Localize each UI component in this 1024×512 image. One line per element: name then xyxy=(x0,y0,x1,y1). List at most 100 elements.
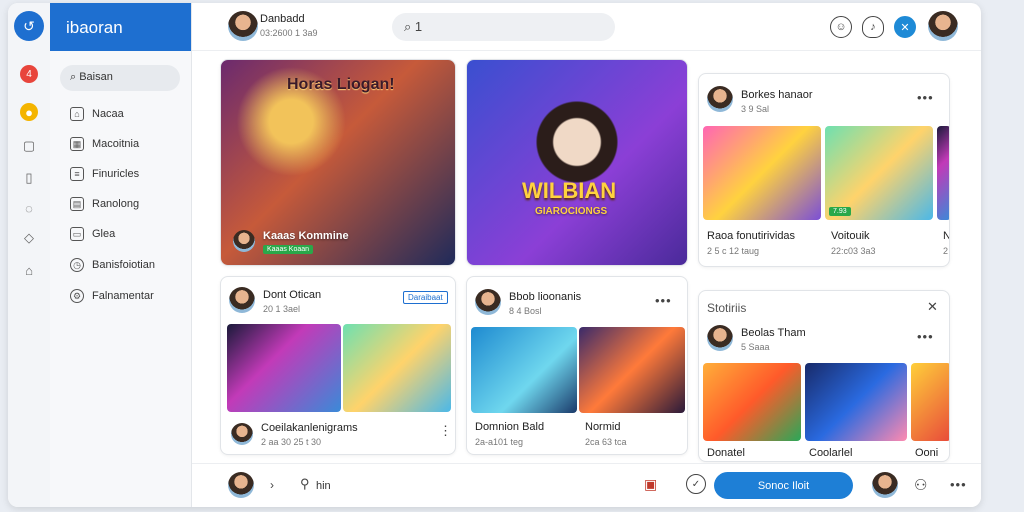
sidebar-item-7[interactable]: ⚙ Falnamentar xyxy=(70,289,154,303)
sidebar-item-label: Banisfoiotian xyxy=(92,259,155,271)
settings-icon: ⚙ xyxy=(70,289,84,303)
hero1-caption: Kaaas Kommine xyxy=(263,230,349,242)
sidebar-item-4[interactable]: ▤ Ranolong xyxy=(70,197,139,211)
sidebar-search[interactable]: ⌕ Baisan xyxy=(60,65,180,91)
bell-icon[interactable]: ♪ xyxy=(862,16,884,38)
card-avatar[interactable] xyxy=(475,289,501,315)
avatar[interactable] xyxy=(228,11,258,41)
user-icon[interactable]: ⚇ xyxy=(914,476,927,494)
card-top-right: Borkes hanaor 3 9 Sal ••• 7.93 Raoa fonu… xyxy=(698,73,950,267)
circle-icon[interactable]: ◌ xyxy=(20,199,38,217)
item-title: Coolarlel xyxy=(809,447,853,459)
more-icon[interactable]: ••• xyxy=(950,477,967,492)
footer-avatar xyxy=(231,423,253,445)
card-avatar[interactable] xyxy=(707,86,733,112)
shield-icon[interactable]: ◇ xyxy=(20,229,38,247)
icon-rail: ↺ 4 ● ▢ ▯ ◌ ◇ ⌂ xyxy=(8,3,50,507)
hero-card-1[interactable]: Horas Liogan! Kaaas Kommine Kaaas Koaan xyxy=(220,59,456,266)
card-mid-left: Dont Otican 20 1 3ael Daraibaat Coeilaka… xyxy=(220,276,456,455)
app-window: ↺ 4 ● ▢ ▯ ◌ ◇ ⌂ ibaoran ⌕ Baisan ⌂ Nacaa … xyxy=(8,3,981,507)
hero-card-2[interactable]: WILBIAN GIAROCIONGS xyxy=(466,59,688,266)
calendar-icon[interactable]: ▣ xyxy=(644,476,657,493)
notification-icon[interactable]: 4 xyxy=(20,65,38,83)
box-icon[interactable]: ▢ xyxy=(20,137,38,155)
photo-2[interactable] xyxy=(805,363,907,441)
card-meta: 5 Saaa xyxy=(741,342,770,352)
app-title: ibaoran xyxy=(50,3,191,51)
item-title: Raoa fonutirividas xyxy=(707,230,796,242)
document-icon[interactable]: ▯ xyxy=(20,169,38,187)
more-vertical-icon[interactable]: ⋮ xyxy=(439,423,453,439)
coin-icon[interactable]: ● xyxy=(20,103,38,121)
item-meta: 2 xyxy=(943,246,949,256)
close-icon[interactable]: ✕ xyxy=(927,299,939,315)
network-icon[interactable]: ⌂ xyxy=(20,261,38,279)
sidebar-item-label: Nacaa xyxy=(92,108,124,120)
photo-1[interactable] xyxy=(703,363,801,441)
calendar-icon: ▤ xyxy=(70,197,84,211)
sidebar-item-label: Finuricles xyxy=(92,168,140,180)
card-avatar[interactable] xyxy=(229,287,255,313)
photo-1[interactable] xyxy=(227,324,341,412)
sidebar-item-6[interactable]: ◷ Banisfoiotian xyxy=(70,258,155,272)
sidebar: ibaoran ⌕ Baisan ⌂ Nacaa ▦ Macoitnia ≡ Finu… xyxy=(50,3,192,507)
photo-2[interactable] xyxy=(579,327,685,413)
photo-3[interactable] xyxy=(911,363,949,441)
card-meta: 20 1 3ael xyxy=(263,304,301,314)
item-meta: 2ca 63 tca xyxy=(585,437,627,447)
bottom-bar: › ⚲ hin ▣ ✓ Sonoc Iloit ⚇ ••• xyxy=(192,463,981,507)
user-name: Danbadd xyxy=(260,13,305,25)
photo-3[interactable] xyxy=(937,126,949,220)
footer-title: Coeilakanlenigrams xyxy=(261,422,358,434)
sidebar-item-label: Ranolong xyxy=(92,198,140,210)
hero1-avatar xyxy=(233,230,255,252)
close-icon[interactable]: ✕ xyxy=(894,16,916,38)
app-logo-icon[interactable]: ↺ xyxy=(14,11,44,41)
card-mid-center: Bbob lioonanis 8 4 Bosl ••• Domnion Bald… xyxy=(466,276,688,455)
bookmark-icon: ▭ xyxy=(70,227,84,241)
photo-2[interactable] xyxy=(343,324,451,412)
photo-1[interactable] xyxy=(703,126,821,220)
more-icon[interactable]: ••• xyxy=(655,293,672,308)
sidebar-item-5[interactable]: ▭ Glea xyxy=(70,227,115,241)
sidebar-item-label: Falnamentar xyxy=(92,290,154,302)
hero1-tag: Kaaas Koaan xyxy=(263,245,314,254)
sidebar-item-1[interactable]: ⌂ Nacaa xyxy=(70,107,124,121)
sidebar-search-label: Baisan xyxy=(79,71,113,83)
card-meta: 3 9 Sal xyxy=(741,104,770,114)
card-avatar[interactable] xyxy=(707,325,733,351)
search-input[interactable]: ⌕ 1 xyxy=(392,13,615,41)
more-icon[interactable]: ••• xyxy=(917,329,934,344)
avatar[interactable] xyxy=(228,472,254,498)
photo-1[interactable] xyxy=(471,327,577,413)
clock-icon[interactable]: ✓ xyxy=(686,474,706,494)
hero2-title: WILBIAN xyxy=(522,178,617,203)
card-name: Dont Otican xyxy=(263,289,322,301)
top-bar: Danbadd 03:2600 1 3a9 ⌕ 1 ☺ ♪ ✕ xyxy=(192,3,981,51)
more-icon[interactable]: ••• xyxy=(917,90,934,105)
home-icon: ⌂ xyxy=(70,107,84,121)
sidebar-item-3[interactable]: ≡ Finuricles xyxy=(70,167,139,181)
sidebar-item-2[interactable]: ▦ Macoitnia xyxy=(70,137,139,151)
profile-avatar[interactable] xyxy=(928,11,958,41)
card-badge[interactable]: Daraibaat xyxy=(403,291,448,304)
item-meta: 22:c03 3a3 xyxy=(831,246,876,256)
search-icon: ⌕ xyxy=(404,19,415,34)
item-title: Donatel xyxy=(707,447,745,459)
bottom-label: hin xyxy=(316,480,331,492)
card-name: Bbob lioonanis xyxy=(509,291,582,303)
item-title: Ooni xyxy=(915,447,939,459)
card-meta: 8 4 Bosl xyxy=(509,306,542,316)
photo-2[interactable]: 7.93 xyxy=(825,126,933,220)
profile-avatar[interactable] xyxy=(872,472,898,498)
user-meta: 03:2600 1 3a9 xyxy=(260,28,318,38)
primary-action-button[interactable]: Sonoc Iloit xyxy=(714,472,853,499)
photo-tag: 7.93 xyxy=(829,207,851,216)
person-icon[interactable]: ⚲ xyxy=(300,476,310,492)
sidebar-item-label: Glea xyxy=(92,228,116,240)
card-name: Beolas Tham xyxy=(741,327,806,339)
smile-icon[interactable]: ☺ xyxy=(830,16,852,38)
back-icon[interactable]: › xyxy=(270,478,274,492)
item-title: Voitouik xyxy=(831,230,870,242)
item-meta: 2a-a101 teg xyxy=(475,437,524,447)
